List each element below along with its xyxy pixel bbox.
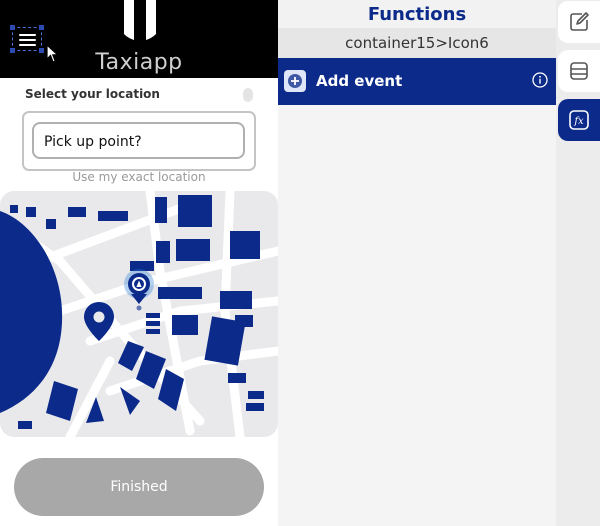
pickup-placeholder: Pick up point?: [44, 134, 142, 150]
add-event-button[interactable]: [284, 70, 306, 92]
logo-icon: [117, 0, 163, 43]
svg-text:fx: fx: [573, 116, 584, 127]
functions-panel: Functions container15>Icon6 Add event: [278, 0, 556, 526]
breadcrumb: container15>Icon6: [345, 34, 489, 52]
mouse-cursor-icon: [46, 44, 60, 63]
app-preview: Taxiapp Select your location Pick up poi…: [0, 0, 278, 526]
finished-button[interactable]: Finished: [14, 458, 264, 516]
rail-button-functions[interactable]: fx: [558, 99, 600, 141]
tool-rail: fx: [556, 0, 600, 526]
panel-title: Functions: [367, 4, 467, 25]
info-icon[interactable]: [532, 72, 548, 88]
city-map[interactable]: [0, 191, 278, 437]
rail-button-edit[interactable]: [558, 1, 600, 43]
location-toggle[interactable]: [243, 88, 253, 102]
app-header: Taxiapp: [0, 0, 278, 78]
database-icon: [570, 62, 588, 80]
use-exact-location-link[interactable]: Use my exact location: [0, 170, 278, 184]
edit-icon: [570, 12, 589, 31]
plus-circle-icon: [288, 74, 302, 88]
rail-button-database[interactable]: [558, 50, 600, 92]
events-list-area: [278, 105, 556, 526]
add-event-label[interactable]: Add event: [316, 72, 402, 90]
select-location-label: Select your location: [25, 87, 160, 101]
fx-icon: fx: [569, 110, 589, 130]
menu-button[interactable]: [10, 25, 44, 53]
app-title: Taxiapp: [95, 50, 183, 75]
